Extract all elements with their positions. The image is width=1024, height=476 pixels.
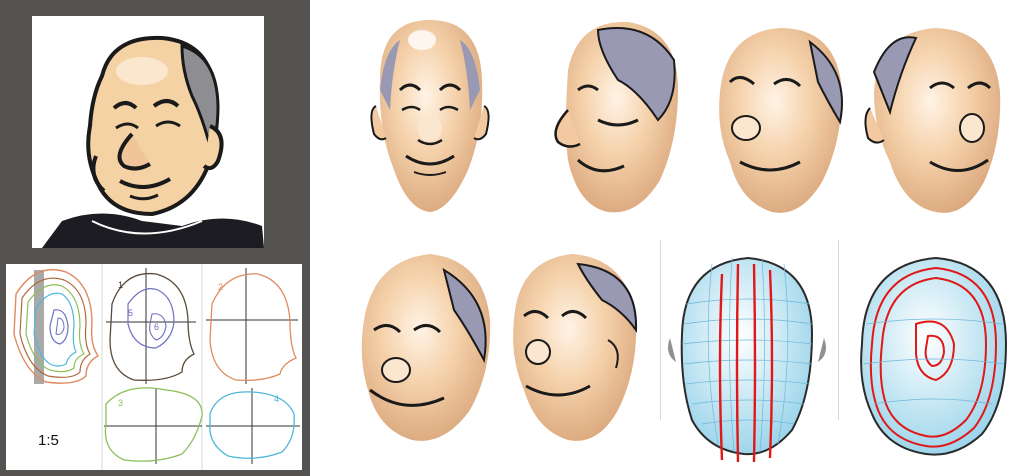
section-number-2: 2 (218, 282, 223, 292)
contour-sheet: 1 5 6 2 3 4 1:5 (6, 264, 302, 470)
grid-divider (838, 240, 839, 420)
render-three-quarter-right (860, 12, 1020, 222)
render-wire-side (846, 244, 1016, 464)
render-three-quarter-right-low (498, 240, 648, 450)
render-three-quarter-down (334, 240, 504, 450)
render-three-quarter-left (700, 12, 860, 222)
section-4 (206, 388, 300, 464)
render-wire-back (662, 244, 832, 464)
render-left-profile (528, 10, 688, 220)
section-number-4: 4 (274, 394, 279, 404)
caricature-sketch (32, 16, 264, 248)
scale-label: 1:5 (38, 432, 59, 449)
section-number-5: 5 (128, 308, 133, 318)
reference-panel: 1 5 6 2 3 4 1:5 (0, 0, 310, 476)
profile-contours (13, 268, 100, 384)
section-number-3: 3 (118, 398, 123, 408)
section-number-6: 6 (154, 322, 159, 332)
render-front (350, 10, 510, 220)
grid-divider (660, 240, 661, 420)
section-number-1: 1 (118, 280, 123, 290)
